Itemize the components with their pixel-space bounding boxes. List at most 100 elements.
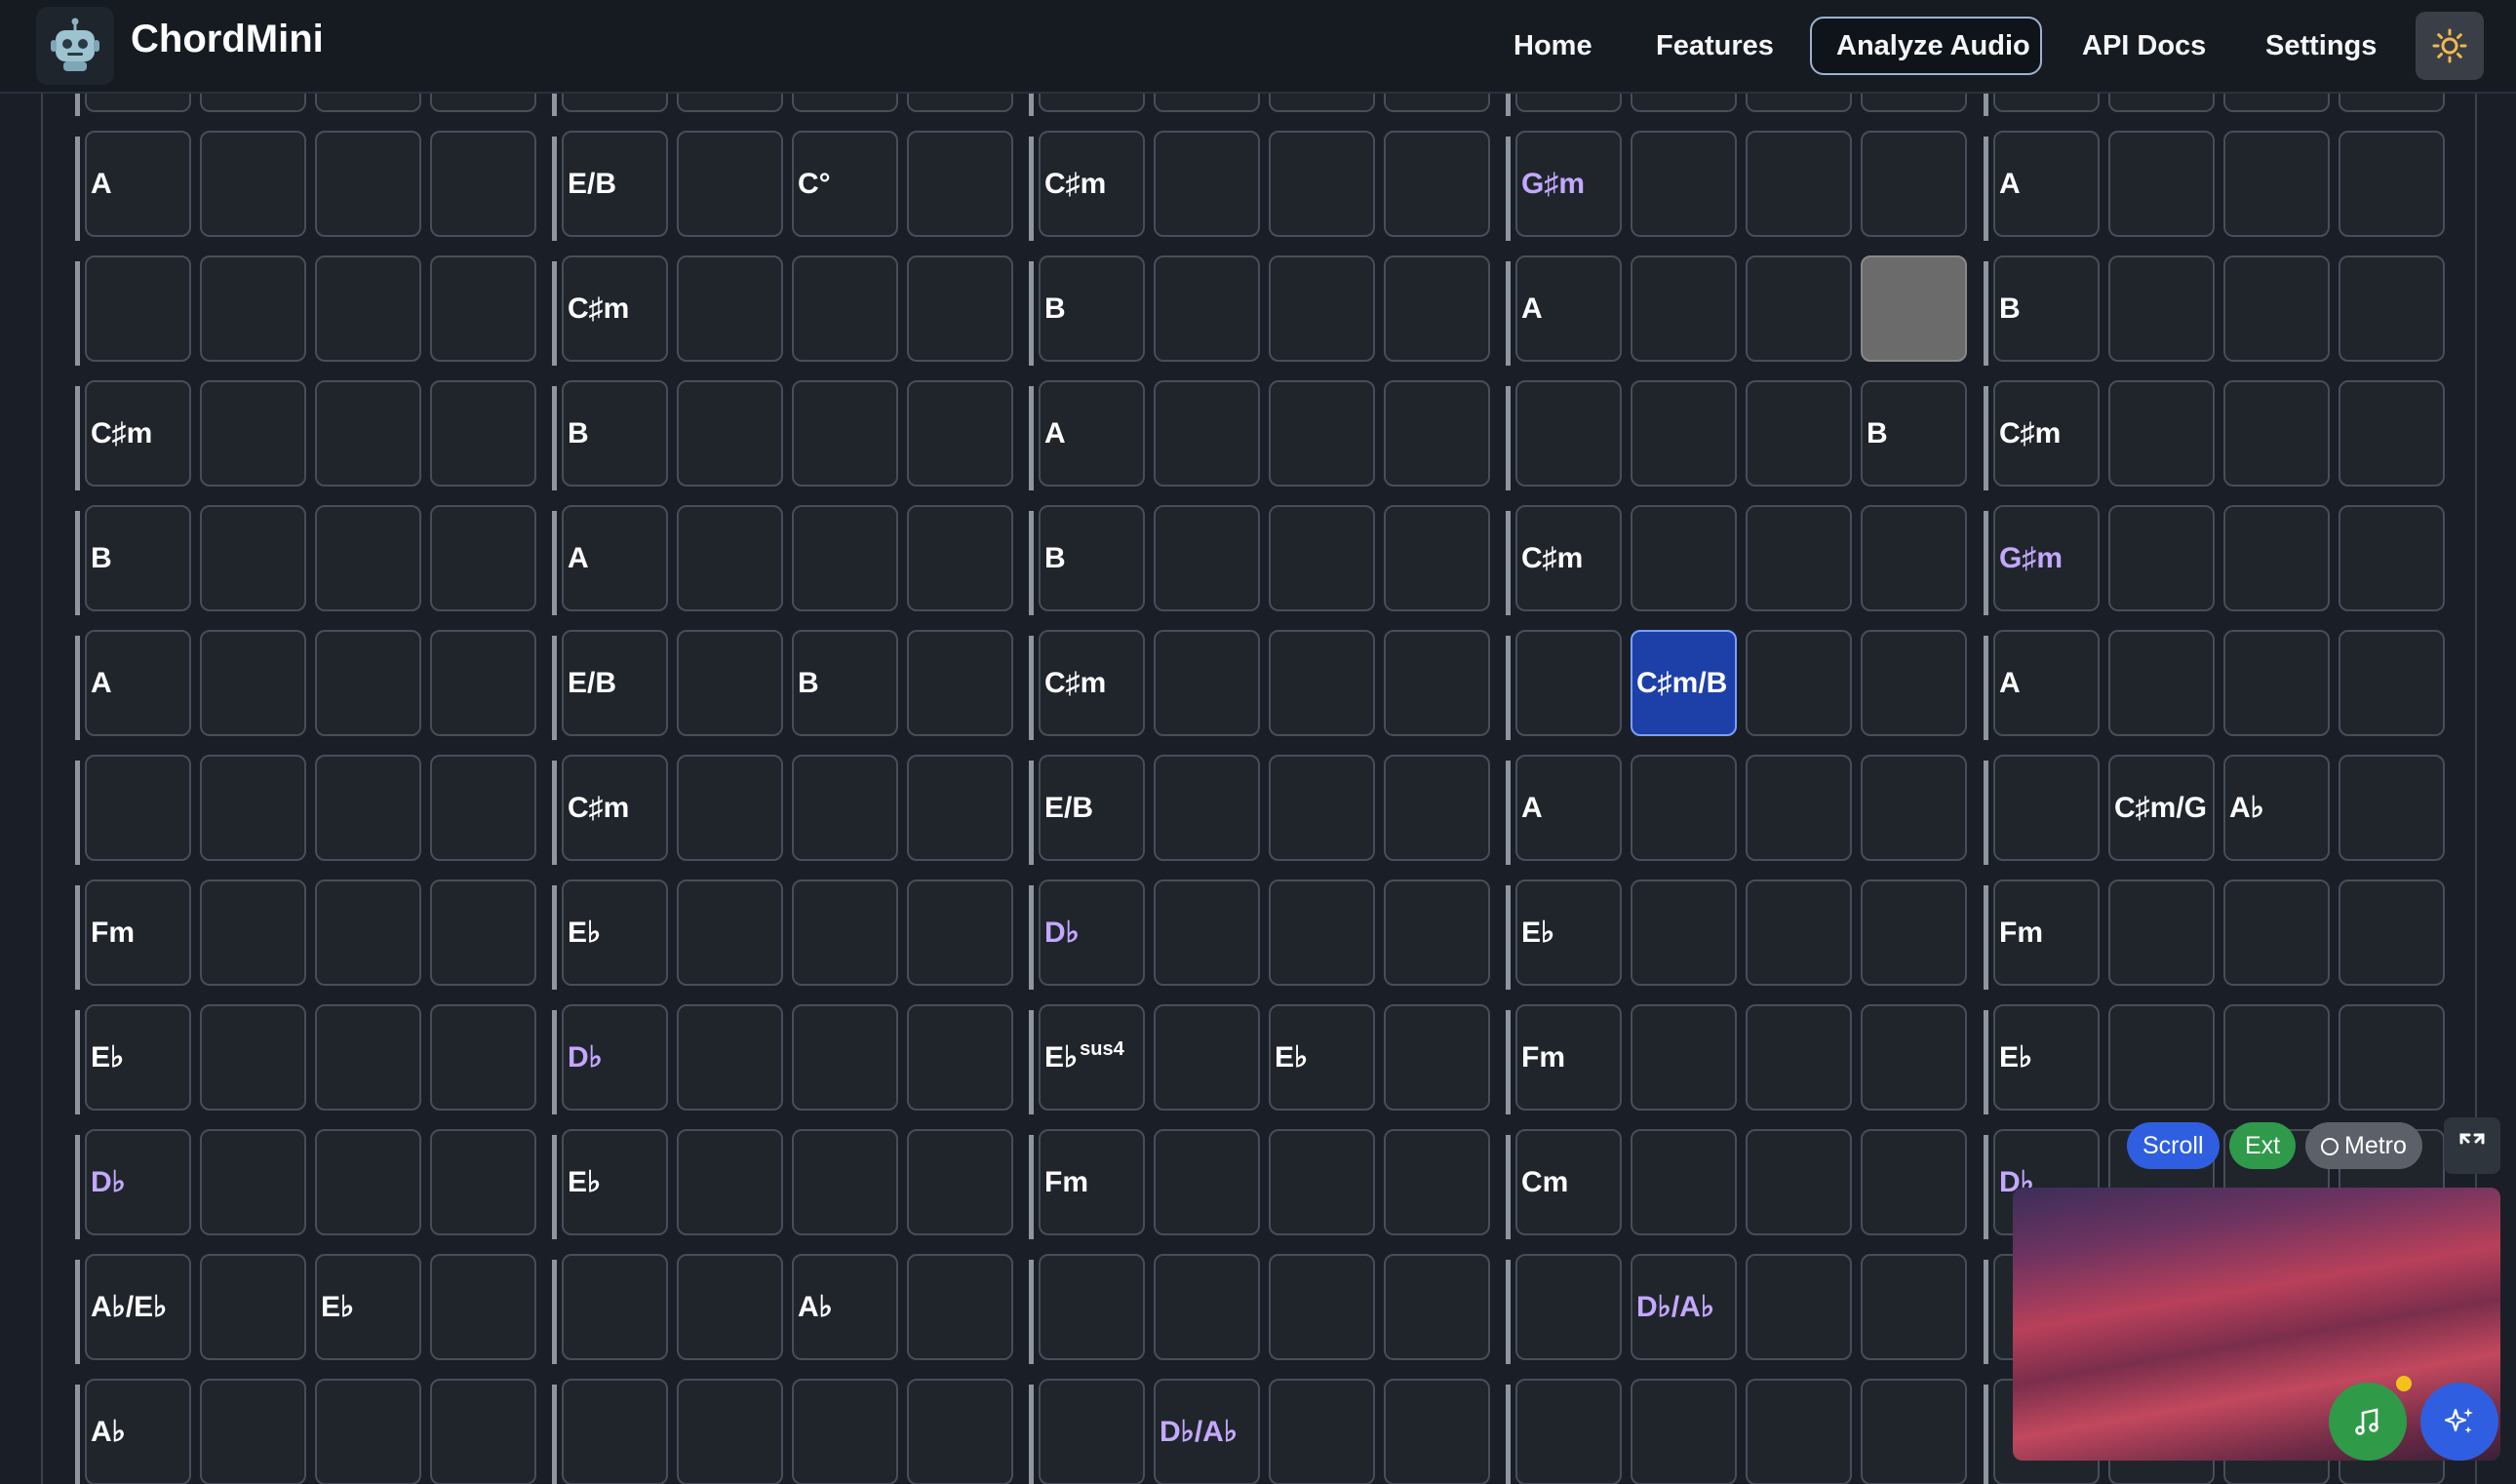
beat-cell[interactable]: A (85, 630, 191, 736)
beat-cell[interactable] (200, 755, 306, 861)
beat-cell[interactable]: Fm (1039, 1129, 1145, 1235)
beat-cell[interactable] (1861, 755, 1967, 861)
ext-toggle-button[interactable]: Ext (2229, 1122, 2297, 1169)
beat-cell[interactable]: C♯m/B (1631, 630, 1737, 736)
beat-cell[interactable] (1861, 505, 1967, 611)
beat-cell[interactable] (2108, 131, 2215, 237)
beat-cell[interactable] (200, 255, 306, 362)
beat-cell[interactable] (1861, 879, 1967, 986)
beat-cell[interactable]: E/B (562, 131, 668, 237)
beat-cell[interactable] (1861, 1254, 1967, 1360)
ai-assistant-button[interactable] (2420, 1383, 2498, 1461)
robot-logo-icon[interactable] (36, 7, 114, 85)
beat-cell[interactable] (1746, 755, 1852, 861)
beat-cell[interactable] (677, 1004, 783, 1111)
beat-cell[interactable] (430, 505, 536, 611)
beat-cell[interactable]: A (1993, 630, 2100, 736)
beat-cell[interactable] (1746, 1129, 1852, 1235)
beat-cell[interactable] (1746, 879, 1852, 986)
beat-cell[interactable] (315, 255, 421, 362)
beat-cell[interactable] (792, 879, 898, 986)
beat-cell[interactable] (1515, 630, 1622, 736)
beat-cell[interactable] (1154, 1004, 1260, 1111)
beat-cell[interactable] (315, 755, 421, 861)
beat-cell[interactable] (1154, 255, 1260, 362)
beat-cell[interactable] (1746, 505, 1852, 611)
beat-cell[interactable] (1631, 1129, 1737, 1235)
beat-cell[interactable] (315, 879, 421, 986)
beat-cell[interactable] (1861, 1379, 1967, 1484)
beat-cell[interactable]: Cm (1515, 1129, 1622, 1235)
beat-cell[interactable] (1269, 380, 1375, 487)
beat-cell[interactable]: C♯m (1993, 380, 2100, 487)
music-button[interactable] (2329, 1383, 2407, 1461)
beat-cell[interactable]: C♯m/G (2108, 755, 2215, 861)
beat-cell[interactable] (677, 1254, 783, 1360)
beat-cell[interactable] (430, 131, 536, 237)
beat-cell[interactable] (1154, 1129, 1260, 1235)
beat-cell[interactable] (1746, 630, 1852, 736)
beat-cell[interactable]: E♭ (562, 879, 668, 986)
beat-cell[interactable] (2223, 380, 2330, 487)
beat-cell[interactable] (315, 1379, 421, 1484)
beat-cell[interactable] (200, 879, 306, 986)
beat-cell[interactable] (1269, 505, 1375, 611)
beat-cell[interactable]: A (562, 505, 668, 611)
beat-cell[interactable] (2339, 255, 2445, 362)
beat-cell[interactable]: E/B (562, 630, 668, 736)
beat-cell[interactable] (2339, 630, 2445, 736)
beat-cell[interactable]: B (1993, 255, 2100, 362)
beat-cell[interactable] (1861, 630, 1967, 736)
beat-cell[interactable] (1269, 255, 1375, 362)
beat-cell[interactable]: B (1039, 255, 1145, 362)
beat-cell[interactable] (315, 505, 421, 611)
beat-cell[interactable] (1039, 1379, 1145, 1484)
beat-cell[interactable] (1384, 1254, 1490, 1360)
theme-toggle-button[interactable] (2416, 12, 2484, 80)
beat-cell[interactable] (1269, 879, 1375, 986)
beat-cell[interactable] (1631, 505, 1737, 611)
beat-cell[interactable] (1384, 1129, 1490, 1235)
beat-cell[interactable] (85, 755, 191, 861)
beat-cell[interactable] (1631, 255, 1737, 362)
beat-cell[interactable]: C♯m (1039, 131, 1145, 237)
beat-cell[interactable]: D♭/A♭ (1154, 1379, 1260, 1484)
beat-cell[interactable] (200, 1379, 306, 1484)
beat-cell[interactable]: A♭/E♭ (85, 1254, 191, 1360)
beat-cell[interactable]: A (1515, 255, 1622, 362)
beat-cell[interactable] (315, 380, 421, 487)
beat-cell[interactable]: Fm (1515, 1004, 1622, 1111)
beat-cell[interactable] (907, 255, 1013, 362)
beat-cell[interactable]: Fm (85, 879, 191, 986)
nav-home[interactable]: Home (1489, 17, 1617, 75)
beat-cell[interactable]: B (792, 630, 898, 736)
beat-cell[interactable]: G♯m (1515, 131, 1622, 237)
beat-cell[interactable] (1631, 1379, 1737, 1484)
brand-name[interactable]: ChordMini (131, 18, 324, 61)
beat-cell[interactable] (1861, 255, 1967, 362)
beat-cell[interactable] (1631, 1004, 1737, 1111)
beat-cell[interactable] (1515, 1379, 1622, 1484)
beat-cell[interactable]: A♭ (792, 1254, 898, 1360)
beat-cell[interactable] (2339, 879, 2445, 986)
beat-cell[interactable] (1269, 1379, 1375, 1484)
beat-cell[interactable] (1269, 630, 1375, 736)
beat-cell[interactable]: Fm (1993, 879, 2100, 986)
beat-cell[interactable] (792, 1129, 898, 1235)
beat-cell[interactable] (200, 1004, 306, 1111)
beat-cell[interactable] (430, 755, 536, 861)
nav-api-docs[interactable]: API Docs (2058, 17, 2230, 75)
beat-cell[interactable] (677, 755, 783, 861)
beat-cell[interactable] (1384, 755, 1490, 861)
beat-cell[interactable] (792, 255, 898, 362)
beat-cell[interactable] (677, 380, 783, 487)
beat-cell[interactable] (315, 1004, 421, 1111)
beat-cell[interactable]: B (1039, 505, 1145, 611)
beat-cell[interactable] (1039, 1254, 1145, 1360)
beat-cell[interactable] (792, 1004, 898, 1111)
beat-cell[interactable] (907, 1004, 1013, 1111)
beat-cell[interactable]: C° (792, 131, 898, 237)
beat-cell[interactable] (315, 131, 421, 237)
beat-cell[interactable]: C♯m (562, 255, 668, 362)
expand-button[interactable] (2444, 1117, 2500, 1174)
